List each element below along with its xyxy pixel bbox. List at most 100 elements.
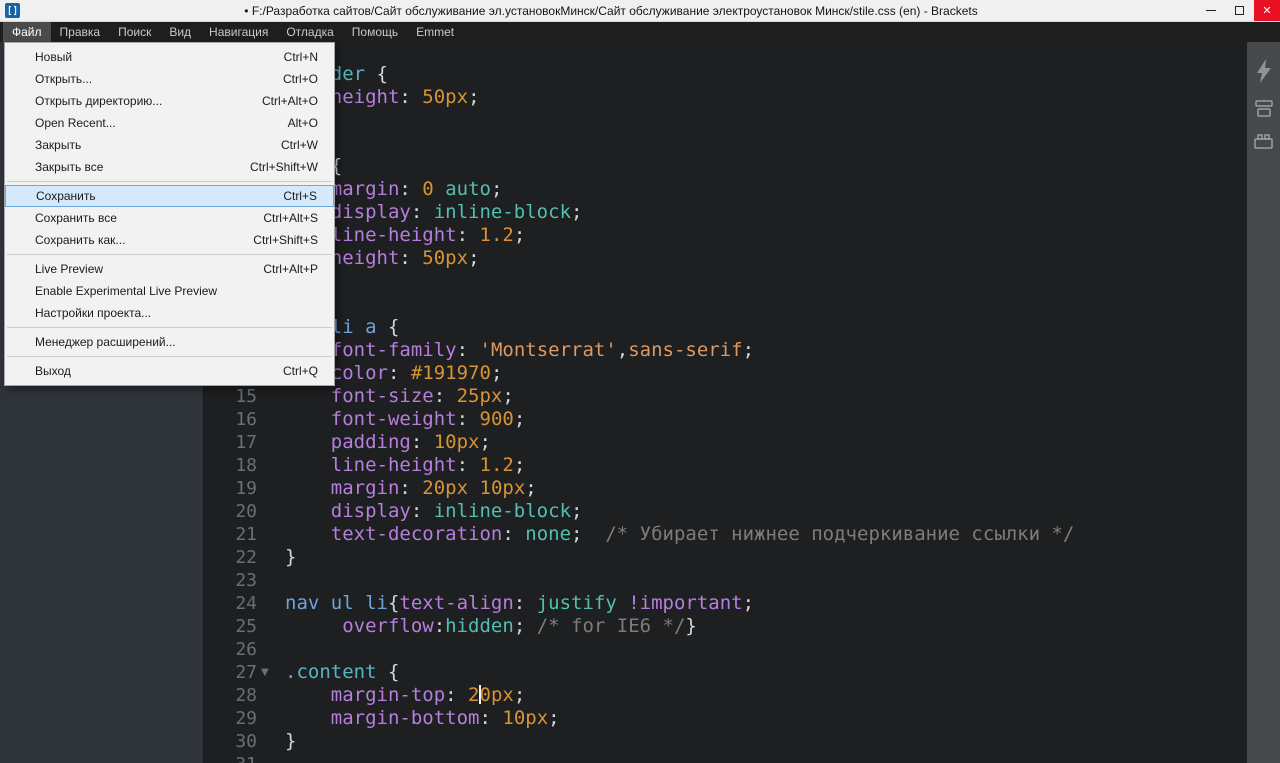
code-text: font-size: 25px; — [330, 385, 514, 407]
menu-item-label: Открыть директорию... — [35, 94, 163, 108]
menubar-item-edit[interactable]: Правка — [51, 22, 110, 42]
menubar-item-navigate[interactable]: Навигация — [200, 22, 277, 42]
menu-item-exit[interactable]: Выход Ctrl+Q — [5, 360, 334, 382]
code-line-20[interactable]: 20 display: inline-block; — [204, 500, 1247, 523]
menu-item-shortcut: Ctrl+O — [282, 72, 318, 86]
code-text: text-decoration: none; /* Убирает нижнее… — [330, 523, 1075, 545]
menu-separator — [7, 356, 332, 357]
line-number: 24 — [235, 593, 257, 614]
menu-item-label: Настройки проекта... — [35, 306, 152, 320]
code-text: .content { — [285, 661, 400, 683]
code-line-15[interactable]: 15 font-size: 25px; — [204, 385, 1247, 408]
line-number: 20 — [235, 501, 257, 522]
menubar-item-file[interactable]: Файл — [3, 22, 51, 42]
menubar-item-debug[interactable]: Отладка — [277, 22, 342, 42]
menubar-item-emmet[interactable]: Emmet — [407, 22, 463, 42]
live-preview-icon[interactable] — [1254, 58, 1274, 84]
menu-item-extension-manager[interactable]: Менеджер расширений... — [5, 331, 334, 353]
code-text: margin: 20px 10px; — [330, 477, 537, 499]
code-line-3[interactable]: 3} — [204, 109, 1247, 132]
code-line-30[interactable]: 30} — [204, 730, 1247, 753]
brackets-logo-icon — [5, 3, 20, 18]
menu-item-shortcut: Ctrl+Shift+S — [253, 233, 318, 247]
code-line-19[interactable]: 19 margin: 20px 10px; — [204, 477, 1247, 500]
menubar-item-help[interactable]: Помощь — [343, 22, 407, 42]
code-line-8[interactable]: 8 line-height: 1.2; — [204, 224, 1247, 247]
menu-item-live-preview[interactable]: Live Preview Ctrl+Alt+P — [5, 258, 334, 280]
menu-item-label: Live Preview — [35, 262, 104, 276]
menu-item-label: Сохранить все — [35, 211, 117, 225]
code-line-27[interactable]: 27 ▼ .content { — [204, 661, 1247, 684]
menu-item-open-folder[interactable]: Открыть директорию... Ctrl+Alt+O — [5, 90, 334, 112]
menu-item-shortcut: Ctrl+W — [281, 138, 318, 152]
menu-item-shortcut: Ctrl+N — [283, 50, 318, 64]
code-text: overflow:hidden; /* for IE6 */} — [342, 615, 697, 637]
code-line-11[interactable]: 11 — [204, 293, 1247, 316]
line-number: 26 — [235, 639, 257, 660]
maximize-icon — [1235, 6, 1244, 15]
right-toolbar — [1247, 42, 1280, 763]
line-number: 30 — [235, 731, 257, 752]
menu-item-label: Enable Experimental Live Preview — [35, 284, 218, 298]
menu-bar: Файл Правка Поиск Вид Навигация Отладка Помощь… — [0, 22, 1280, 42]
code-line-29[interactable]: 29 margin-bottom: 10px; — [204, 707, 1247, 730]
code-line-6[interactable]: 6 margin: 0 auto; — [204, 178, 1247, 201]
code-editor[interactable]: 1.header {2 height: 50px;3}45nav {6 marg… — [204, 42, 1247, 763]
menu-item-label: Сохранить — [36, 189, 96, 203]
menu-item-save-as[interactable]: Сохранить как... Ctrl+Shift+S — [5, 229, 334, 251]
maximize-button[interactable] — [1225, 0, 1254, 21]
line-number: 17 — [235, 432, 257, 453]
menu-item-shortcut: Ctrl+Shift+W — [249, 160, 318, 174]
menu-item-experimental-live-preview[interactable]: Enable Experimental Live Preview — [5, 280, 334, 302]
code-line-7[interactable]: 7 display: inline-block; — [204, 201, 1247, 224]
code-text: nav ul li{text-align: justify !important… — [285, 592, 755, 614]
menu-item-label: Закрыть все — [35, 160, 104, 174]
menu-item-project-settings[interactable]: Настройки проекта... — [5, 302, 334, 324]
menu-item-label: Менеджер расширений... — [35, 335, 176, 349]
box-icon[interactable] — [1254, 99, 1274, 118]
fold-arrow-icon[interactable]: ▼ — [261, 661, 269, 684]
code-text: margin-bottom: 10px; — [330, 707, 560, 729]
code-line-28[interactable]: 28 margin-top: 20px; — [204, 684, 1247, 707]
line-number: 25 — [235, 616, 257, 637]
code-line-16[interactable]: 16 font-weight: 900; — [204, 408, 1247, 431]
code-line-2[interactable]: 2 height: 50px; — [204, 86, 1247, 109]
code-line-10[interactable]: 10} — [204, 270, 1247, 293]
code-line-25[interactable]: 25 overflow:hidden; /* for IE6 */} — [204, 615, 1247, 638]
code-line-21[interactable]: 21 text-decoration: none; /* Убирает ниж… — [204, 523, 1247, 546]
code-line-13[interactable]: 13 font-family: 'Montserrat',sans-serif; — [204, 339, 1247, 362]
code-line-5[interactable]: 5nav { — [204, 155, 1247, 178]
menu-item-close-all[interactable]: Закрыть все Ctrl+Shift+W — [5, 156, 334, 178]
code-line-14[interactable]: 14 color: #191970; — [204, 362, 1247, 385]
menu-item-open[interactable]: Открыть... Ctrl+O — [5, 68, 334, 90]
menubar-item-view[interactable]: Вид — [160, 22, 200, 42]
code-line-12[interactable]: 12nav li a { — [204, 316, 1247, 339]
code-line-31[interactable]: 31 — [204, 753, 1247, 763]
code-line-1[interactable]: 1.header { — [204, 63, 1247, 86]
menu-separator — [7, 254, 332, 255]
menu-item-open-recent[interactable]: Open Recent... Alt+O — [5, 112, 334, 134]
menu-item-new[interactable]: Новый Ctrl+N — [5, 46, 334, 68]
line-number: 27 — [235, 662, 257, 683]
close-button[interactable]: ✕ — [1254, 0, 1280, 21]
code-text: display: inline-block; — [330, 500, 583, 522]
code-line-26[interactable]: 26 — [204, 638, 1247, 661]
code-text: font-weight: 900; — [330, 408, 526, 430]
menu-item-close[interactable]: Закрыть Ctrl+W — [5, 134, 334, 156]
code-line-9[interactable]: 9 height: 50px; — [204, 247, 1247, 270]
extension-manager-icon[interactable] — [1253, 133, 1274, 150]
minimize-button[interactable] — [1196, 0, 1225, 21]
menu-item-save-all[interactable]: Сохранить все Ctrl+Alt+S — [5, 207, 334, 229]
code-line-24[interactable]: 24 nav ul li{text-align: justify !importa… — [204, 592, 1247, 615]
code-line-4[interactable]: 4 — [204, 132, 1247, 155]
code-line-22[interactable]: 22} — [204, 546, 1247, 569]
menubar-item-find[interactable]: Поиск — [109, 22, 160, 42]
code-line-17[interactable]: 17 padding: 10px; — [204, 431, 1247, 454]
code-line-23[interactable]: 23 — [204, 569, 1247, 592]
code-lines: 1.header {2 height: 50px;3}45nav {6 marg… — [204, 63, 1247, 763]
code-text: } — [285, 730, 297, 752]
menu-item-save[interactable]: Сохранить Ctrl+S — [5, 185, 334, 207]
code-line-18[interactable]: 18 line-height: 1.2; — [204, 454, 1247, 477]
code-text: } — [285, 546, 297, 568]
